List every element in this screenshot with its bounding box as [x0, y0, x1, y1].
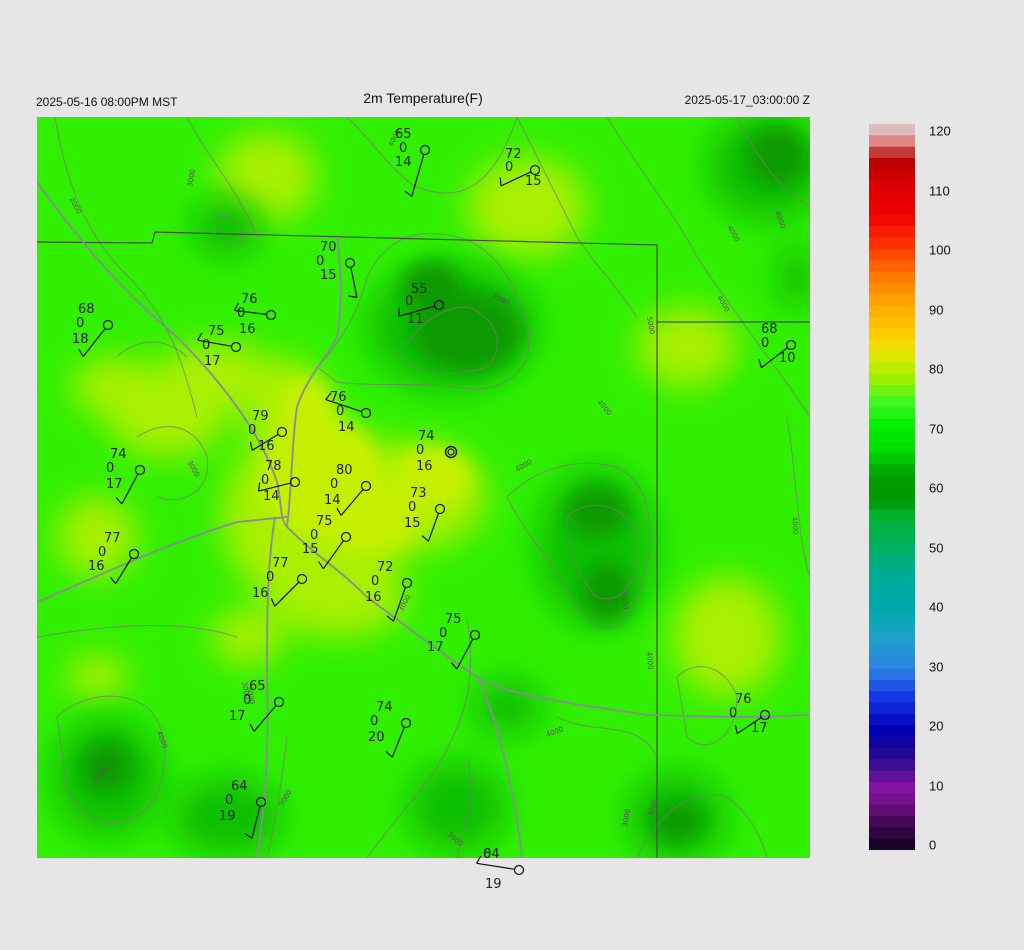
colorbar-band	[869, 747, 915, 760]
colorbar-band	[869, 770, 915, 783]
colorbar-band	[869, 759, 915, 772]
colorbar-tick-label: 20	[929, 718, 944, 734]
colorbar-band	[869, 815, 915, 828]
colorbar-band	[869, 328, 915, 341]
colorbar-band	[869, 305, 915, 318]
colorbar-band	[869, 555, 915, 567]
colorbar-band	[869, 146, 915, 159]
colorbar-band	[869, 487, 915, 499]
colorbar-band	[869, 589, 915, 602]
colorbar-band	[869, 543, 915, 556]
colorbar-band	[869, 407, 915, 420]
colorbar-band	[869, 475, 915, 488]
colorbar-band	[869, 679, 915, 692]
colorbar-band	[869, 158, 915, 170]
colorbar-band	[869, 384, 915, 397]
svg-text:4000: 4000	[645, 651, 655, 669]
colorbar-tick-label: 100	[929, 242, 951, 258]
colorbar-band	[869, 702, 915, 715]
colorbar-tick-label: 110	[929, 183, 950, 198]
colorbar-band	[869, 838, 915, 850]
colorbar-band	[869, 804, 915, 817]
colorbar-band	[869, 169, 915, 182]
colorbar-band	[869, 452, 915, 465]
colorbar-band	[869, 577, 915, 590]
colorbar-tick-label: 80	[929, 361, 944, 377]
colorbar-band	[869, 418, 915, 431]
wind-barb-staff	[476, 862, 515, 870]
colorbar-tick-label: 120	[929, 123, 951, 139]
colorbar-band	[869, 464, 915, 477]
colorbar-band	[869, 725, 915, 738]
temperature-map[interactable]: 2000 3000 4000 5000 4000 4000 3000 4000 …	[37, 117, 810, 858]
colorbar-band	[869, 611, 915, 624]
temperature-colorbar	[869, 124, 915, 850]
colorbar-tick-label: 30	[929, 659, 944, 674]
colorbar-band	[869, 260, 915, 273]
colorbar-band	[869, 226, 915, 239]
colorbar-band	[869, 180, 915, 193]
colorbar-band	[869, 736, 915, 749]
colorbar-band	[869, 793, 915, 806]
svg-text:5000: 5000	[620, 591, 630, 609]
map-title: 2m Temperature(F)	[363, 90, 483, 106]
colorbar-band	[869, 248, 915, 261]
colorbar-tick-label: 0	[929, 837, 937, 853]
colorbar-band	[869, 668, 915, 681]
colorbar-band	[869, 282, 915, 295]
colorbar-band	[869, 657, 915, 670]
colorbar-band	[869, 214, 915, 227]
colorbar-band	[869, 135, 915, 148]
colorbar-tick-label: 50	[929, 540, 944, 555]
colorbar-tick-label: 40	[929, 599, 944, 615]
colorbar-band	[869, 124, 915, 136]
colorbar-band	[869, 600, 915, 613]
colorbar-band	[869, 713, 915, 726]
colorbar-band	[869, 634, 915, 647]
local-time-label: 2025-05-16 08:00PM MST	[36, 95, 178, 109]
colorbar-tick-label: 10	[929, 778, 944, 793]
colorbar-tick-label: 60	[929, 480, 944, 496]
colorbar-band	[869, 192, 915, 204]
utc-time-label: 2025-05-17_03:00:00 Z	[684, 93, 810, 107]
colorbar-band	[869, 396, 915, 409]
colorbar-band	[869, 781, 915, 794]
colorbar-band	[869, 339, 915, 352]
colorbar-band	[869, 203, 915, 216]
colorbar-band	[869, 430, 915, 443]
station-dewpoint: 19	[485, 877, 502, 892]
colorbar-band	[869, 271, 915, 284]
colorbar-band	[869, 350, 915, 363]
colorbar-band	[869, 532, 915, 545]
colorbar-band	[869, 441, 915, 454]
colorbar-band	[869, 294, 915, 307]
colorbar-band	[869, 521, 915, 533]
colorbar-band	[869, 509, 915, 522]
colorbar-band	[869, 623, 915, 636]
colorbar-band	[869, 362, 915, 375]
colorbar-band	[869, 827, 915, 840]
colorbar-band	[869, 316, 915, 329]
colorbar-band	[869, 498, 915, 511]
svg-text:4000: 4000	[790, 516, 800, 534]
station-circle	[513, 864, 525, 876]
colorbar-band	[869, 691, 915, 704]
colorbar-tick-label: 90	[929, 302, 944, 317]
colorbar-tick-label: 70	[929, 421, 944, 436]
temperature-field: 2000 3000 4000 5000 4000 4000 3000 4000 …	[37, 117, 810, 858]
colorbar-band	[869, 373, 915, 386]
colorbar-band	[869, 566, 915, 579]
colorbar-band	[869, 645, 915, 658]
colorbar-band	[869, 237, 915, 250]
